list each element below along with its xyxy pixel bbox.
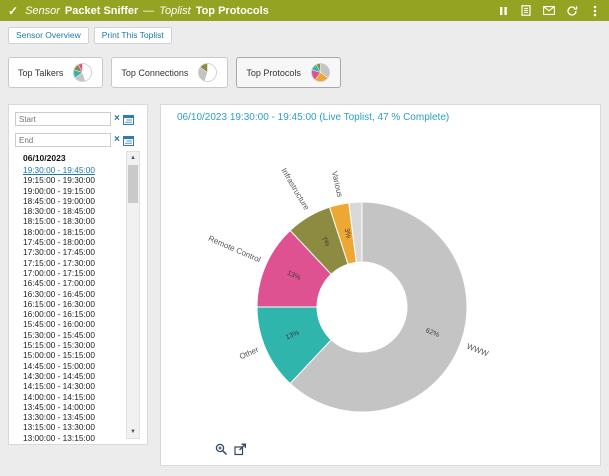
end-date-input[interactable]: [15, 133, 111, 147]
chart-area: 62%WWW13%Other13%Remote Control7%Infrast…: [161, 127, 600, 454]
scrollbar-thumb[interactable]: [128, 165, 138, 203]
start-date-row: ×: [15, 112, 141, 126]
interval-item[interactable]: 16:45:00 - 17:00:00: [23, 278, 123, 288]
time-list-scrollbar[interactable]: ▲ ▼: [126, 151, 140, 439]
clear-start-icon[interactable]: ×: [114, 114, 120, 124]
toolbar: Sensor Overview Print This Toplist: [8, 27, 172, 44]
clear-end-icon[interactable]: ×: [114, 135, 120, 145]
interval-item[interactable]: 17:45:00 - 18:00:00: [23, 237, 123, 247]
toplist-tabs: Top Talkers Top Connections Top Protocol…: [8, 57, 341, 88]
more-menu-icon[interactable]: [589, 5, 601, 17]
report-icon[interactable]: [520, 5, 532, 17]
interval-item[interactable]: 13:00:00 - 13:15:00: [23, 433, 123, 443]
scroll-down-button[interactable]: ▼: [127, 426, 139, 438]
interval-item[interactable]: 13:15:00 - 13:30:00: [23, 422, 123, 432]
sensor-overview-button[interactable]: Sensor Overview: [8, 27, 89, 44]
interval-item[interactable]: 15:45:00 - 16:00:00: [23, 319, 123, 329]
tab-top-protocols[interactable]: Top Protocols: [236, 57, 341, 88]
interval-item[interactable]: 17:30:00 - 17:45:00: [23, 247, 123, 257]
toplist-title: 06/10/2023 19:30:00 - 19:45:00 (Live Top…: [177, 112, 449, 123]
interval-item[interactable]: 14:45:00 - 15:00:00: [23, 361, 123, 371]
email-icon[interactable]: [543, 5, 555, 17]
interval-item[interactable]: 17:15:00 - 17:30:00: [23, 258, 123, 268]
end-date-row: ×: [15, 133, 141, 147]
calendar-end-icon[interactable]: [123, 135, 134, 146]
print-toplist-button[interactable]: Print This Toplist: [94, 27, 172, 44]
interval-item[interactable]: 18:30:00 - 18:45:00: [23, 206, 123, 216]
interval-item[interactable]: 18:15:00 - 18:30:00: [23, 216, 123, 226]
interval-item[interactable]: 14:15:00 - 14:30:00: [23, 381, 123, 391]
refresh-icon[interactable]: [566, 5, 578, 17]
tab-label: Top Protocols: [246, 68, 301, 78]
chart-label: WWW: [465, 342, 490, 359]
breadcrumb-sensor-name[interactable]: Packet Sniffer: [65, 5, 138, 17]
interval-item[interactable]: 19:30:00 - 19:45:00: [23, 165, 123, 175]
interval-item[interactable]: 18:00:00 - 18:15:00: [23, 227, 123, 237]
zoom-icon[interactable]: [215, 443, 228, 456]
interval-item[interactable]: 16:00:00 - 16:15:00: [23, 309, 123, 319]
chart-actions: [215, 443, 247, 456]
interval-date-header: 06/10/2023: [23, 153, 66, 163]
interval-item[interactable]: 19:00:00 - 19:15:00: [23, 186, 123, 196]
interval-item[interactable]: 13:45:00 - 14:00:00: [23, 402, 123, 412]
interval-item[interactable]: 17:00:00 - 17:15:00: [23, 268, 123, 278]
interval-item[interactable]: 14:30:00 - 14:45:00: [23, 371, 123, 381]
header-bar: ✓ Sensor Packet Sniffer — Toplist Top Pr…: [0, 0, 609, 21]
interval-item[interactable]: 15:30:00 - 15:45:00: [23, 330, 123, 340]
breadcrumb-separator: —: [143, 5, 154, 17]
donut-chart: 62%WWW13%Other13%Remote Control7%Infrast…: [161, 127, 600, 449]
breadcrumb-page: Top Protocols: [196, 5, 269, 17]
open-external-icon[interactable]: [234, 443, 247, 456]
time-filter-panel: × × 06/10/2023 19:30:00 - 19:45:0019:15:…: [8, 104, 148, 445]
tab-label: Top Connections: [121, 68, 188, 78]
toplist-chart-panel: 06/10/2023 19:30:00 - 19:45:00 (Live Top…: [160, 104, 601, 466]
interval-item[interactable]: 18:45:00 - 19:00:00: [23, 196, 123, 206]
chart-label: Other: [238, 345, 260, 361]
start-date-input[interactable]: [15, 112, 111, 126]
interval-item[interactable]: 13:30:00 - 13:45:00: [23, 412, 123, 422]
pie-chart-icon: [72, 62, 93, 83]
calendar-start-icon[interactable]: [123, 114, 134, 125]
sensor-status-check-icon: ✓: [8, 4, 18, 18]
scroll-up-button[interactable]: ▲: [127, 152, 139, 164]
tab-top-connections[interactable]: Top Connections: [111, 57, 228, 88]
interval-item[interactable]: 16:30:00 - 16:45:00: [23, 289, 123, 299]
interval-list: 19:30:00 - 19:45:0019:15:00 - 19:30:0019…: [23, 165, 123, 443]
breadcrumb-type: Sensor: [25, 5, 60, 17]
header-actions: [497, 5, 601, 17]
pie-chart-icon: [197, 62, 218, 83]
interval-item[interactable]: 15:15:00 - 15:30:00: [23, 340, 123, 350]
tab-top-talkers[interactable]: Top Talkers: [8, 57, 103, 88]
interval-item[interactable]: 14:00:00 - 14:15:00: [23, 392, 123, 402]
interval-item[interactable]: 16:15:00 - 16:30:00: [23, 299, 123, 309]
chart-label: Various: [330, 170, 345, 198]
pause-icon[interactable]: [497, 5, 509, 17]
interval-item[interactable]: 15:00:00 - 15:15:00: [23, 350, 123, 360]
chart-label: Remote Control: [207, 234, 262, 265]
interval-item[interactable]: 19:15:00 - 19:30:00: [23, 175, 123, 185]
breadcrumb-section: Toplist: [159, 5, 190, 17]
chart-label: Infrastructure: [279, 166, 311, 212]
tab-label: Top Talkers: [18, 68, 63, 78]
pie-chart-icon: [310, 62, 331, 83]
